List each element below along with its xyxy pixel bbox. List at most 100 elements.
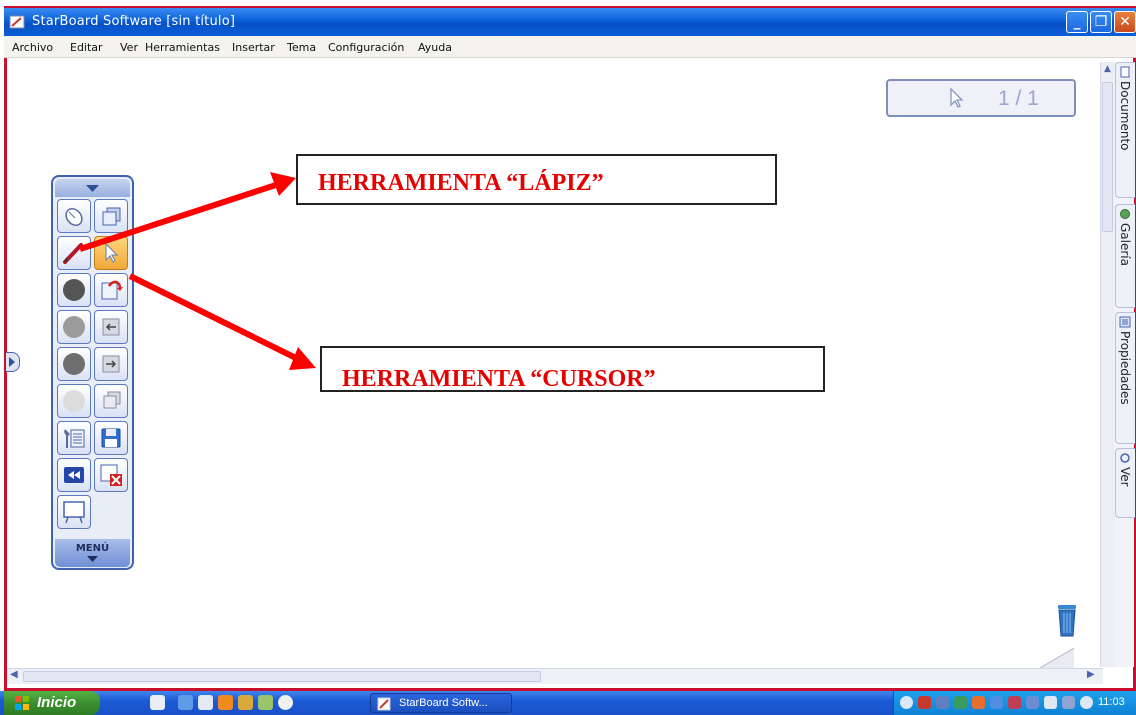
pen-icon <box>63 243 83 264</box>
pages-icon <box>103 391 121 409</box>
pencil-tool-button[interactable] <box>57 236 91 270</box>
window-title: StarBoard Software [sin título] <box>32 14 236 29</box>
menu-arrow-icon <box>87 556 98 562</box>
quicklaunch-media-icon[interactable] <box>238 695 253 710</box>
start-button[interactable]: Inicio <box>4 691 100 715</box>
page-export-button[interactable] <box>94 273 128 307</box>
tab-ver-label: Ver <box>1118 467 1132 487</box>
taskbar-item-starboard[interactable]: StarBoard Softw... <box>370 693 512 713</box>
maximize-button[interactable]: ❐ <box>1090 11 1112 33</box>
mouse-icon <box>65 208 83 226</box>
windows-flag-icon <box>15 696 29 710</box>
trash-icon[interactable] <box>1055 602 1079 638</box>
black-ink-button[interactable] <box>57 273 91 307</box>
gallery-icon <box>1120 209 1130 219</box>
tab-galeria[interactable]: Galería <box>1115 204 1135 308</box>
document-icon <box>1120 66 1130 78</box>
cursor-tool-button[interactable] <box>94 236 128 270</box>
tab-galeria-label: Galería <box>1118 223 1132 266</box>
toolbar-menu-button[interactable]: MENÚ <box>55 539 130 567</box>
close-button[interactable]: ✕ <box>1114 11 1136 33</box>
menu-ver[interactable]: Ver <box>120 41 138 54</box>
pencil-callout-text: HERRAMIENTA “LÁPIZ” <box>318 170 604 196</box>
tab-documento[interactable]: Documento <box>1115 62 1135 198</box>
menu-editar[interactable]: Editar <box>70 41 103 54</box>
previous-page-button[interactable] <box>94 310 128 344</box>
quicklaunch-tools-icon[interactable] <box>258 695 273 710</box>
properties-icon <box>1119 316 1131 328</box>
view-icon <box>1120 453 1130 463</box>
menu-archivo[interactable]: Archivo <box>12 41 53 54</box>
quicklaunch-ie-icon[interactable] <box>178 695 193 710</box>
gray-ink-button[interactable] <box>57 310 91 344</box>
page-indicator[interactable]: 1 / 1 <box>886 79 1076 117</box>
tray-network-icon[interactable] <box>918 696 931 709</box>
cursor-icon <box>105 242 119 263</box>
close-page-icon <box>100 464 122 486</box>
quicklaunch-disc-icon[interactable] <box>278 695 293 710</box>
close-icon: ✕ <box>1119 14 1131 30</box>
tray-keyboard-icon[interactable] <box>1026 696 1039 709</box>
menu-ayuda[interactable]: Ayuda <box>418 41 452 54</box>
tab-ver[interactable]: Ver <box>1115 448 1135 518</box>
starboard-app-icon <box>9 15 25 29</box>
next-page-button[interactable] <box>94 347 128 381</box>
vertical-scroll-thumb[interactable] <box>1102 82 1113 232</box>
tray-volume-icon[interactable] <box>936 696 949 709</box>
left-panel-expander[interactable] <box>6 352 20 372</box>
mouse-tool-button[interactable] <box>57 199 91 233</box>
vertical-scrollbar[interactable]: ▲ <box>1100 62 1114 667</box>
minimize-icon: _ <box>1073 14 1081 30</box>
title-bar[interactable]: StarBoard Software [sin título] _ ❐ ✕ <box>4 6 1136 36</box>
tray-security-icon[interactable] <box>954 696 967 709</box>
scroll-right-icon[interactable]: ▶ <box>1087 669 1095 680</box>
page-curl-icon[interactable] <box>1040 648 1074 668</box>
dark-ink-icon <box>63 353 85 375</box>
menu-configuracion[interactable]: Configuración <box>328 41 404 54</box>
maximize-icon: ❐ <box>1094 14 1108 30</box>
tray-info-icon[interactable] <box>1080 696 1093 709</box>
pages-button[interactable] <box>94 384 128 418</box>
scroll-left-icon[interactable]: ◀ <box>10 669 18 680</box>
light-ink-icon <box>63 390 85 412</box>
rewind-button[interactable] <box>57 458 91 492</box>
layers-tool-button[interactable] <box>94 199 128 233</box>
tray-update-icon[interactable] <box>972 696 985 709</box>
quicklaunch-firefox-icon[interactable] <box>218 695 233 710</box>
next-page-icon <box>102 355 120 373</box>
save-button[interactable] <box>94 421 128 455</box>
tab-propiedades[interactable]: Propiedades <box>1115 312 1135 444</box>
cursor-callout-text: HERRAMIENTA “CURSOR” <box>342 366 656 392</box>
horizontal-scroll-thumb[interactable] <box>23 671 541 682</box>
dark-ink-button[interactable] <box>57 347 91 381</box>
quicklaunch-edit-icon[interactable] <box>150 695 165 710</box>
menu-tema[interactable]: Tema <box>287 41 316 54</box>
close-page-button[interactable] <box>94 458 128 492</box>
start-label: Inicio <box>37 694 77 711</box>
taskbar-item-label: StarBoard Softw... <box>399 697 488 709</box>
tray-app-icon[interactable] <box>990 696 1003 709</box>
horizontal-scrollbar[interactable]: ◀ ▶ <box>7 668 1103 684</box>
whiteboard-button[interactable] <box>57 495 91 529</box>
tray-language-icon[interactable] <box>1044 696 1057 709</box>
quicklaunch-desktop-icon[interactable] <box>198 695 213 710</box>
menu-herramientas[interactable]: Herramientas <box>145 41 220 54</box>
save-icon <box>101 428 121 448</box>
tray-expand-icon[interactable] <box>900 696 913 709</box>
system-tray: 11:03 <box>893 691 1136 715</box>
menu-insertar[interactable]: Insertar <box>232 41 275 54</box>
page-export-icon <box>101 280 123 300</box>
tab-propiedades-label: Propiedades <box>1118 331 1132 405</box>
rewind-icon <box>64 467 84 483</box>
scroll-up-icon[interactable]: ▲ <box>1102 64 1113 76</box>
tray-display-icon[interactable] <box>1062 696 1075 709</box>
minimize-button[interactable]: _ <box>1066 11 1088 33</box>
light-ink-button[interactable] <box>57 384 91 418</box>
tray-mail-icon[interactable] <box>1008 696 1021 709</box>
settings-list-icon <box>64 429 85 448</box>
cursor-icon <box>950 87 964 108</box>
black-ink-icon <box>63 279 85 301</box>
settings-list-button[interactable] <box>57 421 91 455</box>
toolbar-collapse-handle[interactable] <box>55 179 130 197</box>
starboard-task-icon <box>377 697 391 711</box>
